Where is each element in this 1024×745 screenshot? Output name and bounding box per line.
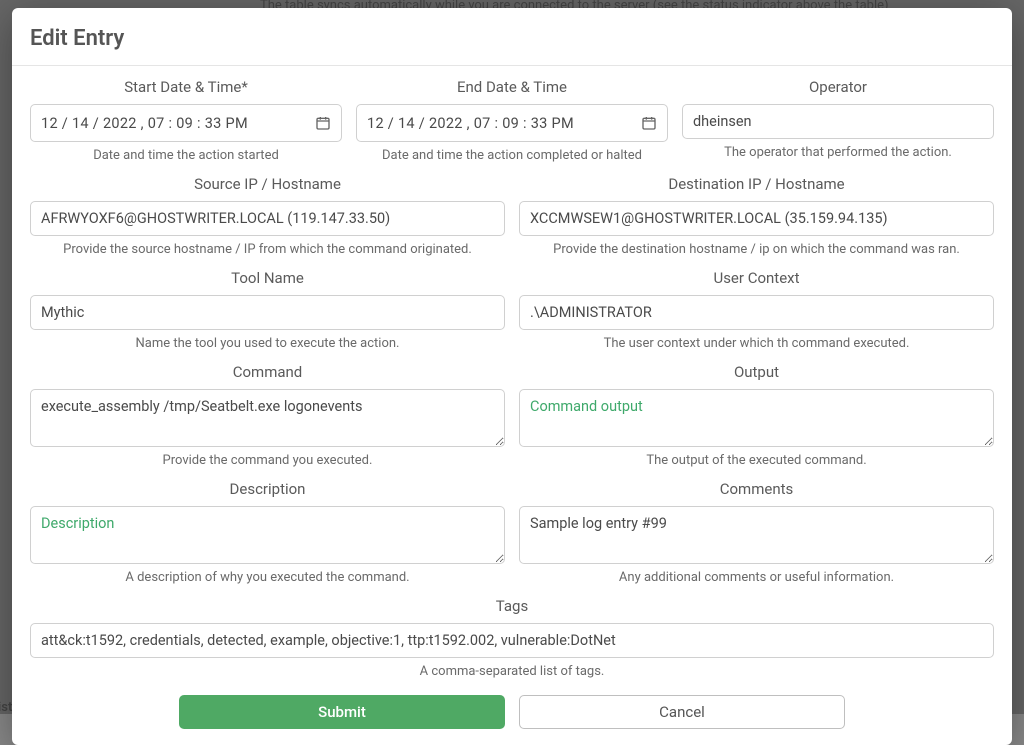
tags-help: A comma-separated list of tags.: [30, 664, 994, 679]
cancel-button[interactable]: Cancel: [519, 695, 845, 729]
button-row: Submit Cancel: [12, 683, 1012, 729]
user-context-help: The user context under which th command …: [519, 336, 994, 351]
description-textarea[interactable]: [30, 506, 505, 564]
source-input[interactable]: [30, 201, 505, 236]
tags-label: Tags: [30, 597, 994, 615]
tool-input[interactable]: [30, 295, 505, 330]
calendar-icon: [315, 115, 331, 131]
start-date-label: Start Date & Time*: [30, 78, 342, 96]
dest-label: Destination IP / Hostname: [519, 175, 994, 193]
tool-help: Name the tool you used to execute the ac…: [30, 336, 505, 351]
start-date-help: Date and time the action started: [30, 148, 342, 163]
command-textarea[interactable]: [30, 389, 505, 447]
edit-entry-modal: Edit Entry Start Date & Time* 12 / 14 / …: [12, 8, 1012, 745]
operator-label: Operator: [682, 78, 994, 96]
output-textarea[interactable]: [519, 389, 994, 447]
end-date-label: End Date & Time: [356, 78, 668, 96]
start-date-input[interactable]: 12 / 14 / 2022 , 07 : 09 : 33 PM: [30, 104, 342, 142]
end-date-input[interactable]: 12 / 14 / 2022 , 07 : 09 : 33 PM: [356, 104, 668, 142]
source-label: Source IP / Hostname: [30, 175, 505, 193]
comments-label: Comments: [519, 480, 994, 498]
operator-help: The operator that performed the action.: [682, 145, 994, 160]
submit-button[interactable]: Submit: [179, 695, 505, 729]
start-date-value: 12 / 14 / 2022 , 07 : 09 : 33 PM: [41, 115, 248, 132]
output-help: The output of the executed command.: [519, 453, 994, 468]
tool-label: Tool Name: [30, 269, 505, 287]
comments-help: Any additional comments or useful inform…: [519, 570, 994, 585]
dest-input[interactable]: [519, 201, 994, 236]
tags-input[interactable]: [30, 623, 994, 658]
modal-title: Edit Entry: [12, 26, 1012, 65]
source-help: Provide the source hostname / IP from wh…: [30, 242, 505, 257]
description-label: Description: [30, 480, 505, 498]
form-body: Start Date & Time* 12 / 14 / 2022 , 07 :…: [12, 66, 1012, 679]
command-help: Provide the command you executed.: [30, 453, 505, 468]
description-help: A description of why you executed the co…: [30, 570, 505, 585]
operator-input[interactable]: [682, 104, 994, 139]
end-date-value: 12 / 14 / 2022 , 07 : 09 : 33 PM: [367, 115, 574, 132]
user-context-input[interactable]: [519, 295, 994, 330]
comments-textarea[interactable]: [519, 506, 994, 564]
command-label: Command: [30, 363, 505, 381]
calendar-icon: [641, 115, 657, 131]
dest-help: Provide the destination hostname / ip on…: [519, 242, 994, 257]
user-context-label: User Context: [519, 269, 994, 287]
output-label: Output: [519, 363, 994, 381]
end-date-help: Date and time the action completed or ha…: [356, 148, 668, 163]
